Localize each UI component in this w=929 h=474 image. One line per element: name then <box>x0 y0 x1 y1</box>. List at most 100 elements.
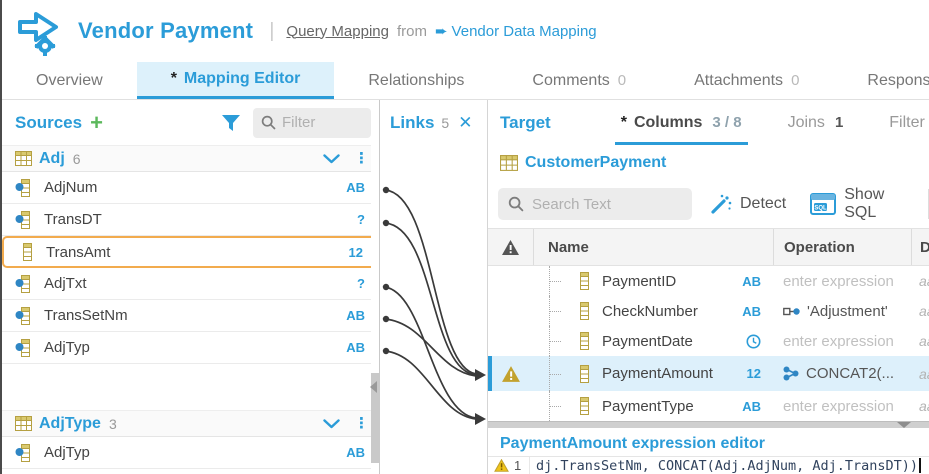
expression-code[interactable]: dj.TransSetNm, CONCAT(Adj.AdjNum, Adj.Tr… <box>536 458 918 474</box>
warning-icon <box>494 459 509 472</box>
column-icon <box>579 397 590 415</box>
source-table-count: 6 <box>73 151 81 167</box>
tab-columns[interactable]: * Columns 3 / 8 <box>621 100 742 145</box>
operation-placeholder[interactable]: enter expression <box>783 333 894 350</box>
header-name[interactable]: Name <box>533 229 773 265</box>
mapping-editor-app: Vendor Payment | Query Mapping from ➨ Ve… <box>0 0 929 474</box>
text-cursor <box>919 458 921 473</box>
target-panel: Target * Columns 3 / 8 Joins 1 Filter ye… <box>487 100 929 474</box>
expression-editor-line[interactable]: 1 dj.TransSetNm, CONCAT(Adj.AdjNum, Adj.… <box>488 456 929 474</box>
table-icon <box>15 151 32 166</box>
source-table-name: AdjType <box>39 415 101 433</box>
filter-funnel-icon[interactable] <box>221 113 241 133</box>
operation-value[interactable]: CONCAT2(... <box>806 365 894 382</box>
tab-joins[interactable]: Joins 1 <box>788 100 844 145</box>
extra-cell: aa <box>911 356 929 391</box>
datatype-badge: ? <box>357 276 365 291</box>
source-column-adjtxt[interactable]: AdjTxt ? <box>2 268 379 300</box>
datatype-badge: 12 <box>349 245 363 260</box>
close-links-icon[interactable]: ✕ <box>458 113 472 133</box>
target-row-paymenttype[interactable]: PaymentType AB enter expression aa <box>488 391 929 421</box>
tab-comments[interactable]: Comments0 <box>498 62 660 99</box>
tab-relationships[interactable]: Relationships <box>334 62 498 99</box>
target-row-paymentamount[interactable]: PaymentAmount 12 CONCAT2(... aa <box>488 356 929 391</box>
main-tabbar: Overview * Mapping Editor Relationships … <box>2 62 929 100</box>
datatype-badge: AB <box>742 304 761 319</box>
source-column-transsetnm[interactable]: TransSetNm AB <box>2 300 379 332</box>
magic-wand-icon <box>710 193 732 215</box>
tab-attachments[interactable]: Attachments0 <box>660 62 833 99</box>
target-row-checknumber[interactable]: CheckNumber AB 'Adjustment' aa <box>488 296 929 326</box>
sources-filter-input[interactable] <box>282 114 362 131</box>
target-row-paymentid[interactable]: PaymentID AB enter expression aa <box>488 266 929 296</box>
column-name: AdjTyp <box>44 444 90 461</box>
joins-count: 1 <box>835 114 843 131</box>
linked-column-icon <box>15 444 31 462</box>
tab-filter[interactable]: Filter ye <box>889 100 929 145</box>
title-divider: | <box>269 20 274 43</box>
target-row-paymentdate[interactable]: PaymentDate enter expression aa <box>488 326 929 356</box>
tree-connector <box>533 356 579 391</box>
operation-placeholder[interactable]: enter expression <box>783 398 894 415</box>
source-column-transamt[interactable]: TransAmt 12 <box>2 236 379 268</box>
table-menu-icon[interactable]: ⋮ <box>354 152 369 166</box>
collapse-editor-icon[interactable] <box>897 422 911 428</box>
column-name: PaymentAmount <box>602 365 713 382</box>
source-table-header-adj[interactable]: Adj 6 ⋮ <box>2 145 379 172</box>
expression-editor-title: PaymentAmount expression editor <box>500 435 765 453</box>
add-source-button[interactable]: + <box>90 112 103 134</box>
links-title: Links <box>390 113 434 133</box>
sources-panel: Sources + Adj 6 ⋮ <box>2 100 380 474</box>
tree-connector <box>533 391 579 421</box>
mapping-type-link[interactable]: Query Mapping <box>286 23 389 40</box>
collapse-panel-icon[interactable] <box>370 381 377 393</box>
linked-column-icon <box>15 275 31 293</box>
function-icon <box>783 366 799 381</box>
datatype-badge: AB <box>346 180 365 195</box>
source-column-adjtype-adjtyp[interactable]: AdjTyp AB <box>2 437 379 469</box>
table-menu-icon[interactable]: ⋮ <box>354 417 369 431</box>
warning-column-icon[interactable] <box>501 239 520 256</box>
source-mapping-link[interactable]: Vendor Data Mapping <box>452 23 597 40</box>
show-sql-button[interactable]: SQL Show SQL <box>810 186 906 222</box>
columns-count: 3 / 8 <box>712 114 741 131</box>
row-warning-icon[interactable] <box>501 365 521 383</box>
source-column-adjtyp[interactable]: AdjTyp AB <box>2 332 379 364</box>
mapping-arrow-icon: ➨ <box>435 22 448 40</box>
datatype-badge: AB <box>742 274 761 289</box>
column-name: AdjTxt <box>44 275 87 292</box>
chevron-down-icon[interactable] <box>323 419 340 429</box>
svg-text:SQL: SQL <box>815 206 828 212</box>
datatype-badge: AB <box>346 445 365 460</box>
horizontal-splitter[interactable] <box>488 421 929 428</box>
target-grid-header: Name Operation D <box>488 228 929 266</box>
column-name: AdjTyp <box>44 339 90 356</box>
sources-scrollbar[interactable] <box>371 145 379 474</box>
source-table-header-adjtype[interactable]: AdjType 3 ⋮ <box>2 410 379 437</box>
tab-mapping-editor[interactable]: * Mapping Editor <box>137 62 335 99</box>
operation-value[interactable]: 'Adjustment' <box>807 303 888 320</box>
tab-responsibilities[interactable]: Responsibilities <box>833 62 929 99</box>
column-icon <box>579 302 590 320</box>
detect-button[interactable]: Detect <box>710 193 786 215</box>
extra-cell: aa <box>911 391 929 421</box>
extra-cell: aa <box>911 296 929 326</box>
source-table-count: 3 <box>109 416 117 432</box>
operation-placeholder[interactable]: enter expression <box>783 273 894 290</box>
source-column-transdt[interactable]: TransDT ? <box>2 204 379 236</box>
datatype-badge: AB <box>346 340 365 355</box>
target-search-box <box>498 188 692 220</box>
search-icon <box>508 196 524 212</box>
header-operation[interactable]: Operation <box>773 229 911 265</box>
chevron-down-icon[interactable] <box>323 154 340 164</box>
linked-column-icon <box>15 307 31 325</box>
constant-icon <box>783 307 800 316</box>
unsaved-indicator: * <box>621 114 627 132</box>
column-name: TransSetNm <box>44 307 128 324</box>
tab-overview[interactable]: Overview <box>2 62 137 99</box>
column-name: TransAmt <box>46 244 110 261</box>
source-column-adjnum[interactable]: AdjNum AB <box>2 172 379 204</box>
link-curves <box>380 145 487 474</box>
header-d[interactable]: D <box>911 229 929 265</box>
target-search-input[interactable] <box>532 196 682 213</box>
